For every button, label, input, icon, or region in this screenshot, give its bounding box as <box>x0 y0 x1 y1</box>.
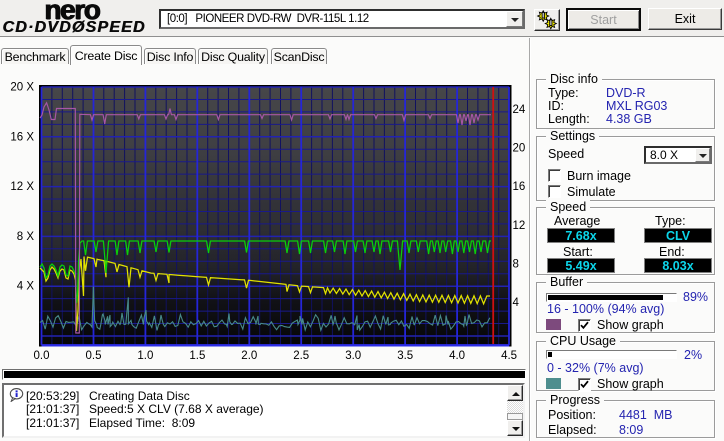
svg-text:3.5: 3.5 <box>397 350 413 362</box>
svg-text:4: 4 <box>513 297 520 309</box>
svg-text:0.0: 0.0 <box>34 350 50 362</box>
svg-text:24: 24 <box>513 104 526 116</box>
svg-text:12: 12 <box>513 220 526 232</box>
svg-text:4.0: 4.0 <box>449 350 465 362</box>
svg-text:2.0: 2.0 <box>241 350 257 362</box>
svg-text:0.5: 0.5 <box>86 350 102 362</box>
svg-text:4.5: 4.5 <box>501 350 517 362</box>
svg-text:4 X: 4 X <box>17 281 35 293</box>
svg-text:12 X: 12 X <box>10 181 34 193</box>
svg-text:20 X: 20 X <box>10 82 34 94</box>
svg-text:8 X: 8 X <box>17 231 35 243</box>
svg-text:3.0: 3.0 <box>345 350 361 362</box>
svg-text:16: 16 <box>513 181 526 193</box>
svg-text:2.5: 2.5 <box>293 350 309 362</box>
svg-text:8: 8 <box>513 258 519 270</box>
svg-text:1.0: 1.0 <box>137 350 153 362</box>
svg-text:20: 20 <box>513 143 526 155</box>
svg-text:1.5: 1.5 <box>189 350 205 362</box>
svg-text:16 X: 16 X <box>10 131 34 143</box>
